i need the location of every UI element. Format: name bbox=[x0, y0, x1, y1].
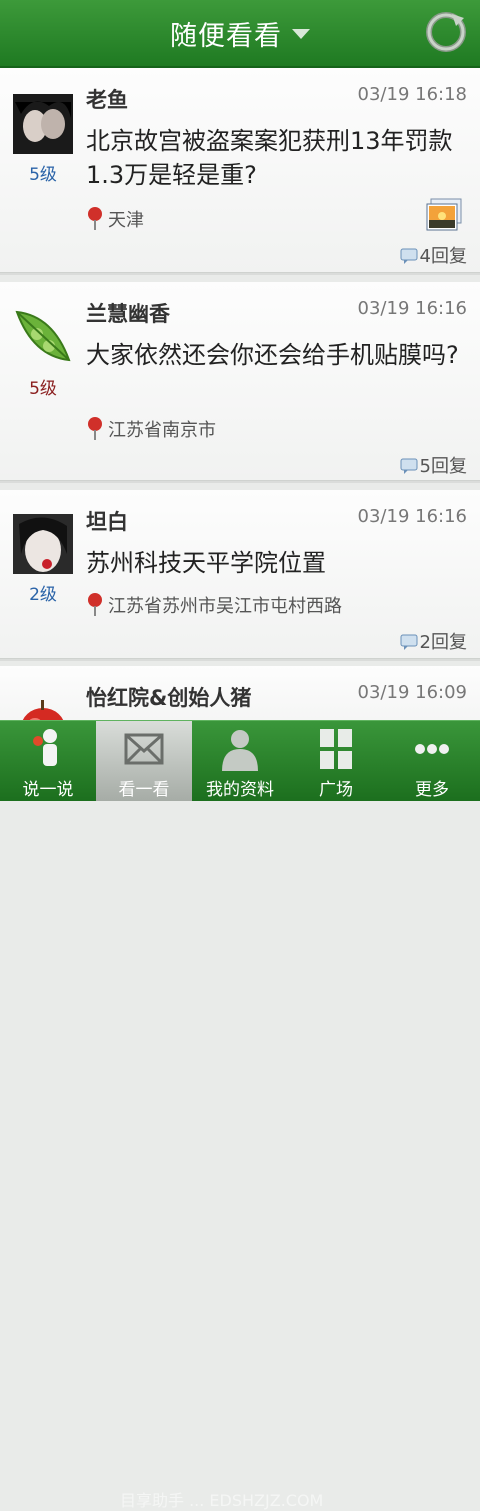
comment-bubble-icon bbox=[400, 458, 418, 474]
image-attachment-icon[interactable] bbox=[426, 198, 462, 232]
reply-count[interactable]: 2回复 bbox=[400, 628, 467, 654]
tab-label: 我的资料 bbox=[206, 780, 274, 800]
location-text: 江苏省苏州市吴江市屯村西路 bbox=[108, 596, 342, 617]
post-location: 江苏省南京市 bbox=[86, 416, 216, 442]
post-content: 北京故宫被盗案案犯获刑13年罚款1.3万是轻是重? bbox=[86, 127, 453, 189]
header-bar: 随便看看 bbox=[0, 0, 480, 68]
username[interactable]: 兰慧幽香 bbox=[86, 298, 170, 328]
reply-count-text: 4回复 bbox=[419, 246, 467, 267]
post-time: 03/19 16:09 bbox=[357, 682, 467, 703]
avatar bbox=[15, 310, 71, 362]
refresh-icon[interactable] bbox=[426, 12, 466, 52]
avatar bbox=[13, 94, 73, 154]
tab-label: 更多 bbox=[415, 780, 449, 800]
post-time: 03/19 16:16 bbox=[357, 298, 467, 319]
reply-count-text: 5回复 bbox=[419, 456, 467, 477]
post-location: 江苏省苏州市吴江市屯村西路 bbox=[86, 592, 342, 618]
user-level: 5级 bbox=[29, 165, 57, 185]
feed-item[interactable]: 怡红院&创始人猪 03/19 16:09 bbox=[0, 666, 480, 720]
tab-plaza[interactable]: 广场 bbox=[288, 721, 384, 801]
profile-icon bbox=[222, 730, 258, 771]
grid-icon bbox=[320, 729, 352, 769]
username[interactable]: 坦白 bbox=[86, 506, 128, 536]
tab-more[interactable]: 更多 bbox=[384, 721, 480, 801]
avatar bbox=[22, 700, 64, 720]
avatar bbox=[13, 514, 73, 574]
post-time: 03/19 16:16 bbox=[357, 506, 467, 527]
tab-label: 说一说 bbox=[22, 780, 74, 800]
feed-item[interactable]: 2级 坦白 03/19 16:16 苏州科技天平学院位置 江苏省苏州市吴江市屯村… bbox=[0, 490, 480, 659]
post-time: 03/19 16:18 bbox=[357, 84, 467, 105]
chevron-down-icon bbox=[292, 29, 310, 39]
feed-list[interactable]: 5级 老鱼 03/19 16:18 北京故宫被盗案案犯获刑13年罚款1.3万是轻… bbox=[0, 68, 480, 720]
tab-say[interactable]: 说一说 bbox=[0, 721, 96, 801]
tab-label: 看一看 bbox=[118, 780, 170, 800]
username[interactable]: 老鱼 bbox=[86, 84, 128, 114]
comment-bubble-icon bbox=[400, 634, 418, 650]
bottom-tab-bar: 说一说 看一看 我的资料 广场 更多 目享助手 ... EDSHZJZ.COM bbox=[0, 720, 480, 1510]
post-content: 苏州科技天平学院位置 bbox=[86, 549, 326, 577]
user-level: 2级 bbox=[29, 585, 57, 605]
user-level: 5级 bbox=[29, 379, 57, 399]
post-location: 天津 bbox=[86, 206, 144, 232]
location-pin-icon bbox=[88, 593, 102, 616]
tab-label: 广场 bbox=[319, 780, 353, 800]
reply-count[interactable]: 5回复 bbox=[400, 452, 467, 478]
feed-item[interactable]: 5级 兰慧幽香 03/19 16:16 大家依然还会你还会给手机贴膜吗? 江苏省… bbox=[0, 282, 480, 481]
location-text: 江苏省南京市 bbox=[108, 420, 216, 441]
header-title-dropdown[interactable]: 随便看看 bbox=[0, 14, 480, 53]
watermark: 目享助手 ... EDSHZJZ.COM bbox=[120, 1491, 324, 1510]
tab-look[interactable]: 看一看 bbox=[96, 721, 192, 801]
reply-count-text: 2回复 bbox=[419, 632, 467, 653]
location-text: 天津 bbox=[108, 210, 144, 231]
envelope-icon bbox=[124, 733, 164, 765]
username[interactable]: 怡红院&创始人猪 bbox=[86, 682, 251, 712]
post-content: 大家依然还会你还会给手机贴膜吗? bbox=[86, 341, 459, 369]
more-dots-icon bbox=[415, 744, 449, 754]
speaker-person-icon bbox=[33, 729, 57, 766]
feed-item[interactable]: 5级 老鱼 03/19 16:18 北京故宫被盗案案犯获刑13年罚款1.3万是轻… bbox=[0, 68, 480, 273]
header-title: 随便看看 bbox=[170, 21, 282, 52]
location-pin-icon bbox=[88, 417, 102, 440]
location-pin-icon bbox=[88, 207, 102, 230]
reply-count[interactable]: 4回复 bbox=[400, 242, 467, 268]
comment-bubble-icon bbox=[400, 248, 418, 264]
tab-profile[interactable]: 我的资料 bbox=[192, 721, 288, 801]
